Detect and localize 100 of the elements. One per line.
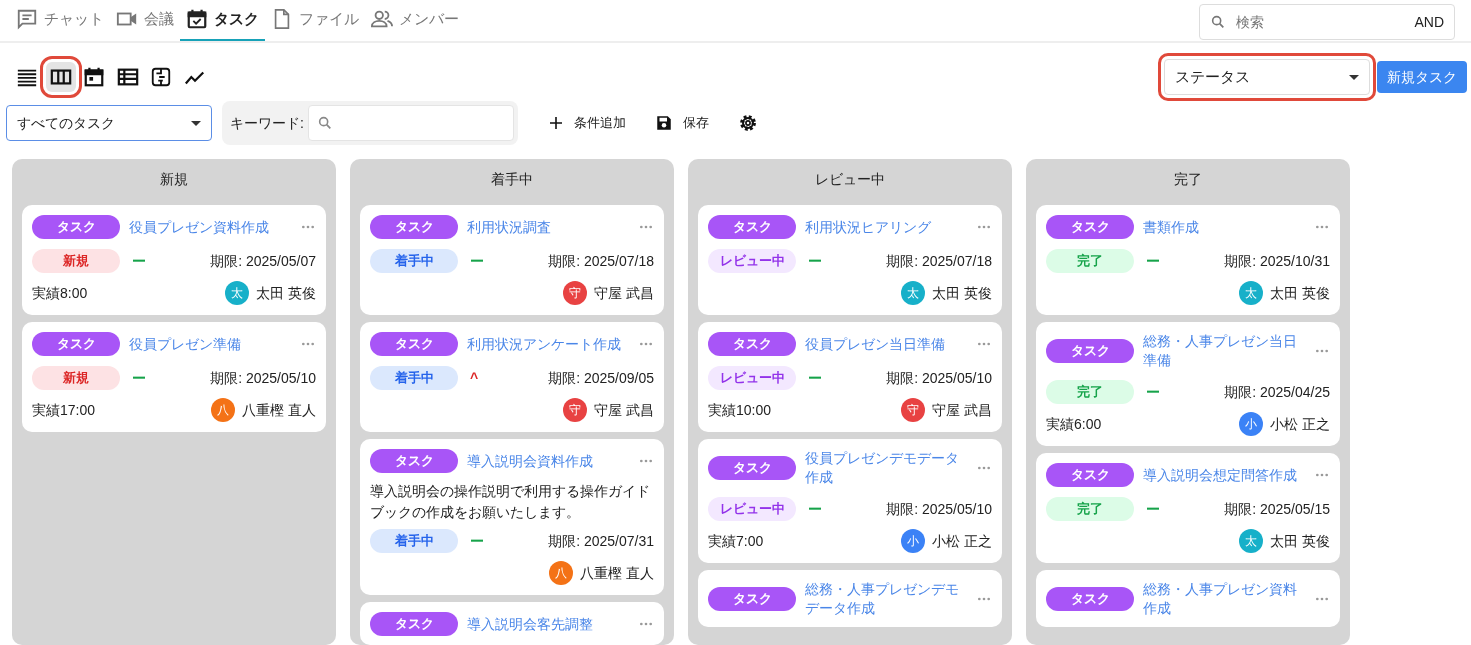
tab[interactable]: メンバー [365, 0, 465, 41]
task-card[interactable]: タスク 利用状況アンケート作成 着手中 ^ 期限: 2025/09/05 守 守屋 武昌 [360, 322, 664, 432]
task-card[interactable]: タスク 総務・人事プレゼン当日準備 完了 ー 期限: 2025/04/25 実績6:00 小 小松 正之 [1036, 322, 1340, 446]
search-icon [1210, 14, 1226, 30]
task-card[interactable]: タスク 総務・人事プレゼンデモデータ作成 [698, 570, 1002, 627]
column-title: 新規 [159, 170, 189, 189]
task-title-link[interactable]: 書類作成 [1143, 217, 1305, 237]
task-card[interactable]: タスク 導入説明会資料作成 導入説明会の操作説明で利用する操作ガイドブックの作成をお願いたします。 着手中 ー 期限: 2025/07/31 八 八重樫 直人 [360, 439, 664, 595]
tab[interactable]: タスク [180, 0, 265, 41]
table-icon [116, 66, 139, 88]
settings-icon [737, 113, 758, 133]
task-card[interactable]: タスク 役員プレゼンデモデータ作成 レビュー中 ー 期限: 2025/05/10 実績7:00 小 小松 正之 [698, 439, 1002, 563]
task-type-badge: タスク [708, 332, 796, 356]
task-type-badge: タスク [1046, 463, 1134, 487]
columns-icon [49, 66, 72, 88]
status-badge: レビュー中 [708, 497, 796, 521]
priority-mark: ー [132, 368, 146, 388]
task-type-badge: タスク [708, 215, 796, 239]
avatar: 小 [901, 529, 926, 553]
avatar: 守 [901, 398, 926, 422]
priority-mark: ー [132, 251, 146, 271]
task-card[interactable]: タスク 総務・人事プレゼン資料作成 [1036, 570, 1340, 627]
status-badge: レビュー中 [708, 249, 796, 273]
task-title-link[interactable]: 総務・人事プレゼンデモデータ作成 [805, 580, 967, 618]
due-date: 期限: 2025/05/15 [1224, 499, 1330, 519]
keyword-field[interactable] [307, 105, 514, 141]
assignee-name: 小松 正之 [1270, 414, 1330, 434]
avatar: 太 [1239, 281, 1264, 305]
task-title-link[interactable]: 役員プレゼン準備 [129, 334, 291, 354]
column-title: 着手中 [490, 170, 534, 189]
task-card[interactable]: タスク 役員プレゼン当日準備 レビュー中 ー 期限: 2025/05/10 実績10:00 守 守屋 武昌 [698, 322, 1002, 432]
status-badge: 新規 [32, 249, 120, 273]
search-field[interactable]: 検索 AND [1199, 4, 1455, 40]
task-title-link[interactable]: 総務・人事プレゼン当日準備 [1143, 332, 1305, 370]
calendar-check-icon [186, 8, 208, 30]
task-title-link[interactable]: 役員プレゼンデモデータ作成 [805, 449, 967, 487]
task-card[interactable]: タスク 役員プレゼン準備 新規 ー 期限: 2025/05/10 実績17:00 八 八重樫 直人 [22, 322, 326, 432]
assignee-name: 太田 英俊 [256, 283, 316, 303]
due-date: 期限: 2025/05/10 [886, 368, 992, 388]
due-date: 期限: 2025/05/10 [210, 368, 316, 388]
actual-time: 実績17:00 [32, 400, 96, 420]
avatar: 守 [563, 398, 588, 422]
status-badge: 完了 [1046, 380, 1134, 404]
task-title-link[interactable]: 導入説明会客先調整 [467, 614, 629, 634]
task-title-link[interactable]: 導入説明会資料作成 [467, 451, 629, 471]
due-date: 期限: 2025/05/10 [886, 499, 992, 519]
plus-icon [547, 115, 564, 131]
task-type-badge: タスク [1046, 587, 1134, 611]
status-badge: 着手中 [370, 249, 458, 273]
avatar: 小 [1239, 412, 1264, 436]
task-type-badge: タスク [370, 332, 458, 356]
task-card[interactable]: タスク 利用状況調査 着手中 ー 期限: 2025/07/18 守 守屋 武昌 [360, 205, 664, 315]
chat-icon [16, 8, 38, 30]
priority-mark: ー [470, 531, 484, 551]
priority-mark: ー [808, 499, 822, 519]
assignee-name: 太田 英俊 [1270, 531, 1330, 551]
keyword-label: キーワード: [230, 113, 304, 133]
task-type-badge: タスク [370, 612, 458, 636]
priority-mark: ^ [470, 368, 479, 388]
status-badge: 着手中 [370, 529, 458, 553]
task-title-link[interactable]: 総務・人事プレゼン資料作成 [1143, 580, 1305, 618]
task-title-link[interactable]: 役員プレゼン当日準備 [805, 334, 967, 354]
tab[interactable]: ファイル [265, 0, 365, 41]
assignee-name: 守屋 武昌 [594, 283, 654, 303]
priority-mark: ー [808, 368, 822, 388]
task-view-select[interactable]: すべてのタスク [6, 105, 212, 141]
status-badge: 着手中 [370, 366, 458, 390]
actual-time: 実績7:00 [708, 531, 764, 551]
priority-mark: ー [808, 251, 822, 271]
task-card[interactable]: タスク 導入説明会客先調整 [360, 602, 664, 645]
status-badge: レビュー中 [708, 366, 796, 390]
task-card[interactable]: タスク 利用状況ヒアリング レビュー中 ー 期限: 2025/07/18 太 太田 英俊 [698, 205, 1002, 315]
gantt-icon [150, 66, 172, 88]
task-title-link[interactable]: 役員プレゼン資料作成 [129, 217, 291, 237]
task-type-badge: タスク [370, 449, 458, 473]
avatar: 太 [1239, 529, 1264, 553]
task-card[interactable]: タスク 書類作成 完了 ー 期限: 2025/10/31 太 太田 英俊 [1036, 205, 1340, 315]
task-title-link[interactable]: 導入説明会想定問答作成 [1143, 465, 1305, 485]
task-card[interactable]: タスク 導入説明会想定問答作成 完了 ー 期限: 2025/05/15 太 太田 英俊 [1036, 453, 1340, 563]
status-badge: 新規 [32, 366, 120, 390]
task-description: 導入説明会の操作説明で利用する操作ガイドブックの作成をお願いたします。 [370, 482, 651, 522]
assignee-name: 守屋 武昌 [932, 400, 992, 420]
new-task-button[interactable]: 新規タスク [1377, 61, 1467, 93]
people-icon [371, 8, 393, 30]
task-card[interactable]: タスク 役員プレゼン資料作成 新規 ー 期限: 2025/05/07 実績8:00 太 太田 英俊 [22, 205, 326, 315]
caret-icon [1349, 74, 1359, 80]
avatar: 八 [549, 561, 574, 585]
tab[interactable]: 会議 [110, 0, 180, 41]
task-title-link[interactable]: 利用状況調査 [467, 217, 629, 237]
calendar-icon [83, 66, 105, 88]
assignee-name: 八重樫 直人 [580, 563, 654, 583]
task-title-link[interactable]: 利用状況アンケート作成 [467, 334, 629, 354]
priority-mark: ー [1146, 382, 1160, 402]
task-title-link[interactable]: 利用状況ヒアリング [805, 217, 967, 237]
actual-time: 実績10:00 [708, 400, 772, 420]
add-condition-button[interactable]: 条件追加 [541, 109, 632, 137]
caret-icon [191, 120, 201, 126]
tab[interactable]: チャット [10, 0, 110, 41]
avatar: 八 [211, 398, 236, 422]
save-button[interactable]: 保存 [648, 109, 715, 137]
